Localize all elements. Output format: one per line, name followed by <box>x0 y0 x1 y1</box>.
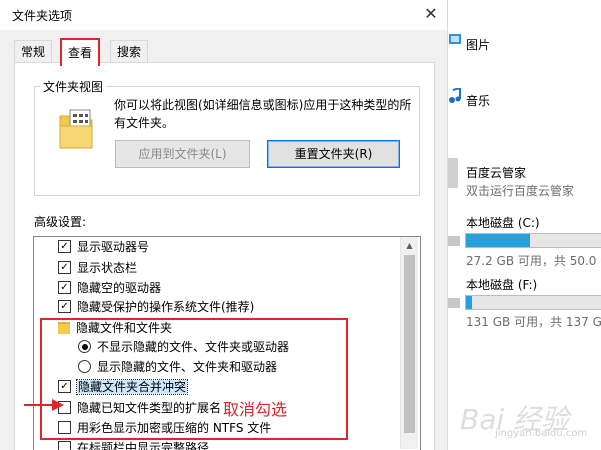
checkbox-checked[interactable]: ✓ <box>58 300 71 313</box>
setting-hide-protected-os-files[interactable]: ✓ 隐藏受保护的操作系统文件(推荐) <box>58 297 254 317</box>
scroll-up-icon[interactable]: ▲ <box>401 237 418 254</box>
close-icon[interactable]: ✕ <box>420 3 442 25</box>
folder-options-dialog: 文件夹选项 ✕ 常规 搜索 查看 文件夹视图 你可以将此视图(如详细信息或图标)… <box>0 0 448 450</box>
music-icon <box>449 88 461 103</box>
watermark-url: jingyan.baidu.com <box>495 428 588 439</box>
title-bar: 文件夹选项 ✕ <box>0 0 447 30</box>
drive-f-usage-fill <box>466 296 472 309</box>
drive-f-usage-bar <box>465 295 601 310</box>
checkbox-checked[interactable]: ✓ <box>58 240 71 253</box>
tab-general[interactable]: 常规 <box>14 40 53 63</box>
folder-views-description: 你可以将此视图(如详细信息或图标)应用于这种类型的所有文件夹。 <box>114 98 412 130</box>
drive-f-icon <box>448 298 460 308</box>
setting-label: 显示驱动器号 <box>77 240 150 254</box>
checkbox-checked[interactable]: ✓ <box>58 281 71 294</box>
baidu-app-desc: 双击运行百度云管家 <box>466 184 575 198</box>
tab-search[interactable]: 搜索 <box>110 40 149 63</box>
dialog-title: 文件夹选项 <box>12 9 73 23</box>
setting-show-drive-letters[interactable]: ✓ 显示驱动器号 <box>58 237 149 257</box>
drive-f-name[interactable]: 本地磁盘 (F:) <box>466 276 537 293</box>
checkbox-unchecked[interactable] <box>58 441 71 450</box>
drive-c-icon <box>448 236 460 246</box>
tab-view[interactable]: 查看 <box>60 38 101 66</box>
apply-to-folders-button[interactable]: 应用到文件夹(L) <box>115 140 250 168</box>
music-label[interactable]: 音乐 <box>466 92 490 109</box>
setting-show-status-bar[interactable]: ✓ 显示状态栏 <box>58 258 137 278</box>
setting-label: 显示状态栏 <box>77 261 138 275</box>
scrollbar-thumb[interactable] <box>404 255 415 433</box>
drive-c-name[interactable]: 本地磁盘 (C:) <box>466 214 540 231</box>
baidu-app-name[interactable]: 百度云管家 <box>466 164 526 181</box>
setting-label: 隐藏空的驱动器 <box>77 281 162 295</box>
annotation-highlight-box <box>40 318 348 440</box>
explorer-background: 图片 音乐 百度云管家 双击运行百度云管家 本地磁盘 (C:) 27.2 GB … <box>448 0 601 450</box>
drive-c-usage-fill <box>466 234 531 247</box>
drive-c-free: 27.2 GB 可用，共 50.0 G <box>466 254 601 268</box>
folder-view-icon <box>59 109 93 149</box>
pictures-label[interactable]: 图片 <box>466 36 490 53</box>
checkbox-checked[interactable]: ✓ <box>58 261 71 274</box>
annotation-arrow-icon <box>24 399 64 411</box>
pictures-icon <box>449 34 461 44</box>
settings-scrollbar[interactable]: ▲ <box>400 237 418 449</box>
setting-hide-empty-drives[interactable]: ✓ 隐藏空的驱动器 <box>58 278 161 298</box>
reset-folders-button[interactable]: 重置文件夹(R) <box>267 140 400 168</box>
setting-label: 隐藏受保护的操作系统文件(推荐) <box>77 300 255 314</box>
setting-label: 在标题栏中显示完整路径 <box>77 441 210 450</box>
baidu-app-icon <box>448 158 458 188</box>
drive-f-free: 131 GB 可用，共 137 GI <box>466 315 601 329</box>
annotation-text: 取消勾选 <box>223 400 288 419</box>
advanced-settings-label: 高级设置: <box>34 215 87 229</box>
folder-views-label: 文件夹视图 <box>40 78 107 95</box>
drive-c-usage-bar <box>465 233 601 248</box>
